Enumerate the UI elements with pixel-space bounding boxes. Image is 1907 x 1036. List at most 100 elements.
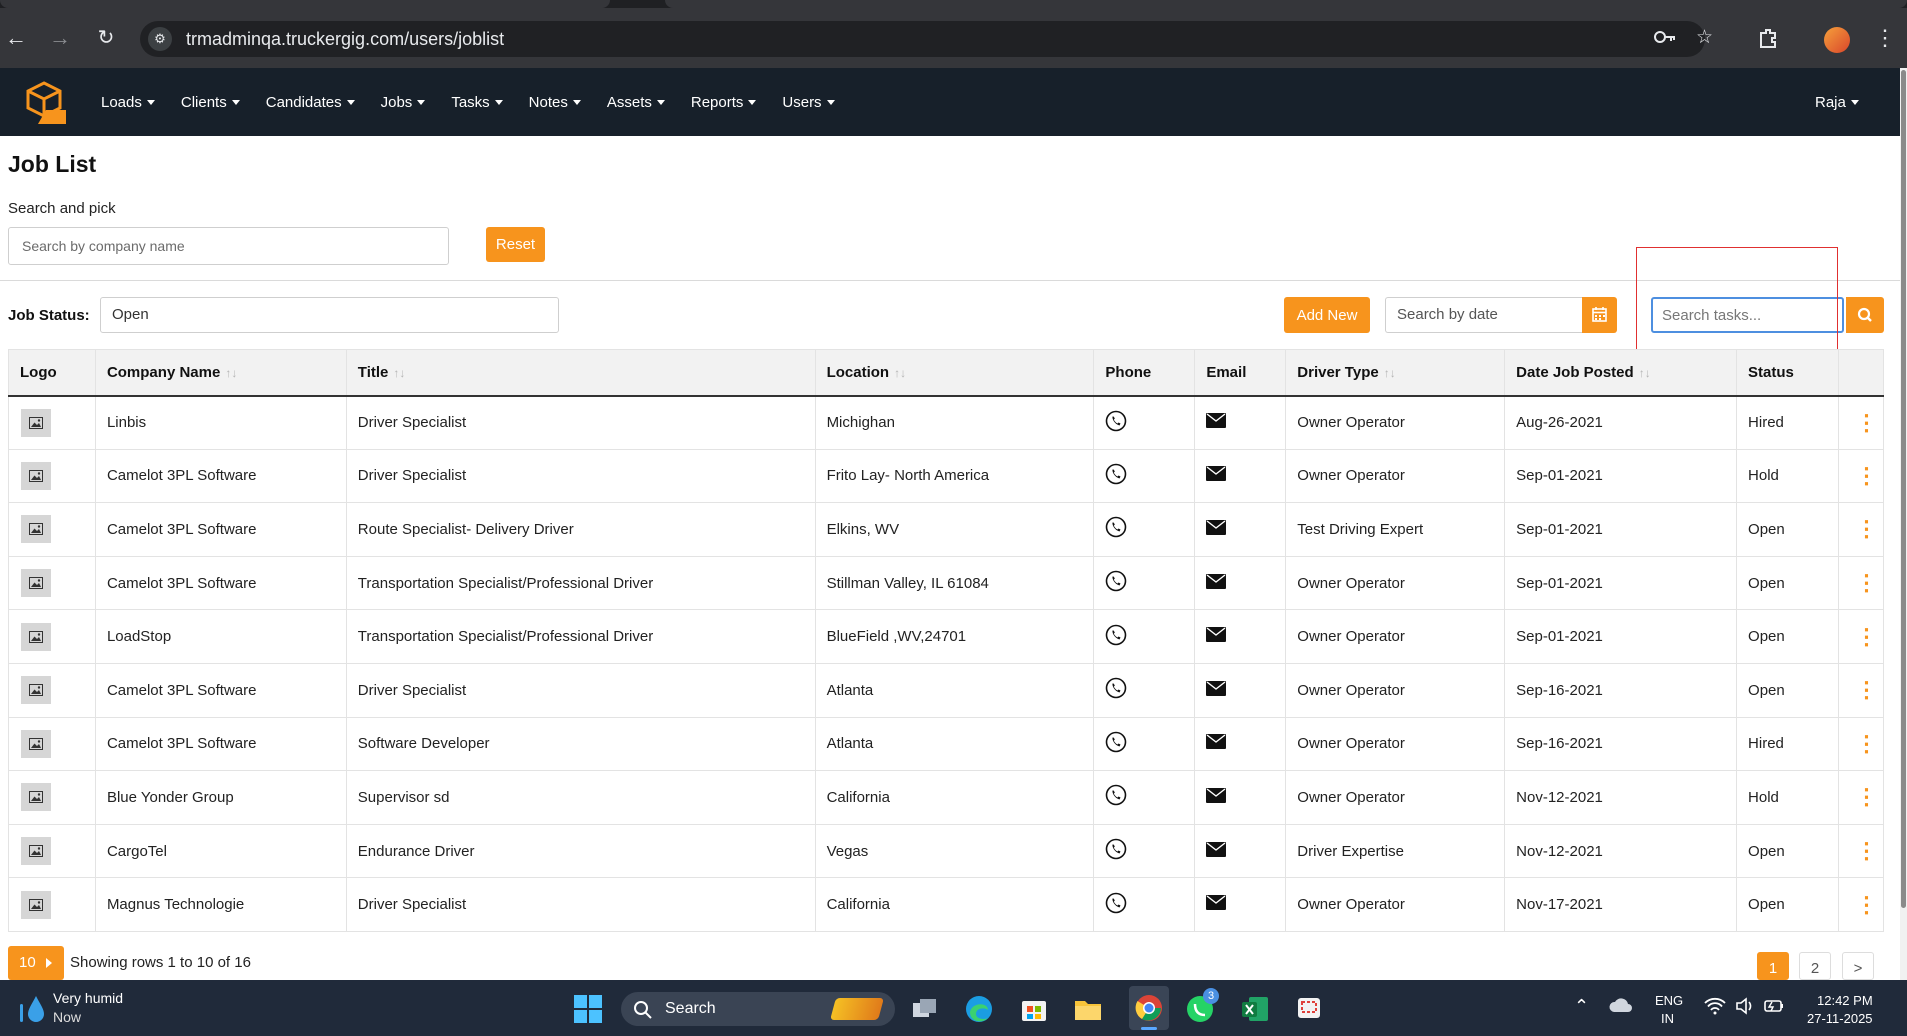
- sort-icon[interactable]: ↑↓: [894, 366, 906, 380]
- menu-tasks[interactable]: Tasks: [451, 94, 503, 111]
- add-new-button[interactable]: Add New: [1284, 297, 1370, 333]
- menu-loads[interactable]: Loads: [101, 94, 155, 111]
- email-icon[interactable]: [1206, 734, 1227, 753]
- sort-icon[interactable]: ↑↓: [225, 366, 237, 380]
- row-actions-kebab-icon[interactable]: ⋮: [1837, 877, 1885, 932]
- phone-icon[interactable]: [1105, 677, 1127, 703]
- taskbar-search-text[interactable]: Search: [665, 1000, 716, 1018]
- row-actions-kebab-icon[interactable]: ⋮: [1837, 609, 1885, 664]
- onedrive-cloud-icon[interactable]: [1608, 996, 1638, 1026]
- weather-icon[interactable]: [18, 994, 46, 1029]
- task-view-icon[interactable]: [910, 994, 940, 1024]
- browser-tab-active[interactable]: [665, 0, 1907, 8]
- table-row[interactable]: Camelot 3PL Software Driver Specialist Atl…: [8, 662, 1885, 718]
- email-icon[interactable]: [1206, 680, 1227, 700]
- back-icon[interactable]: ←: [4, 26, 28, 50]
- email-icon[interactable]: [1206, 841, 1227, 861]
- header-title[interactable]: Title ↑↓: [345, 349, 816, 397]
- phone-icon[interactable]: [1105, 785, 1127, 810]
- file-explorer-icon[interactable]: [1073, 994, 1103, 1024]
- phone-icon[interactable]: [1105, 838, 1127, 864]
- edge-browser-icon[interactable]: [964, 994, 994, 1024]
- page-1-button[interactable]: 1: [1757, 952, 1789, 980]
- table-row[interactable]: Blue Yonder Group Supervisor sd California…: [8, 770, 1885, 825]
- email-icon[interactable]: [1206, 413, 1227, 432]
- page-2-button[interactable]: 2: [1799, 952, 1831, 980]
- row-actions-kebab-icon[interactable]: ⋮: [1837, 448, 1885, 504]
- page-size-select[interactable]: 10: [8, 946, 64, 980]
- row-actions-kebab-icon[interactable]: ⋮: [1837, 395, 1885, 450]
- password-key-icon[interactable]: [1653, 27, 1677, 53]
- site-info-icon[interactable]: ⚙: [148, 27, 172, 51]
- phone-icon[interactable]: [1105, 410, 1127, 436]
- taskbar-search[interactable]: Search: [621, 992, 895, 1026]
- menu-reports[interactable]: Reports: [691, 94, 757, 111]
- phone-icon[interactable]: [1105, 517, 1127, 542]
- bookmark-star-icon[interactable]: ☆: [1696, 27, 1713, 49]
- row-actions-kebab-icon[interactable]: ⋮: [1837, 770, 1885, 825]
- tray-chevron-up-icon[interactable]: ⌃: [1574, 996, 1589, 1017]
- email-icon[interactable]: [1206, 519, 1227, 539]
- menu-candidates[interactable]: Candidates: [266, 94, 355, 111]
- header-driver-type[interactable]: Driver Type ↑↓: [1285, 349, 1506, 397]
- volume-icon[interactable]: [1734, 996, 1764, 1026]
- next-page-button[interactable]: >: [1842, 952, 1874, 980]
- chrome-taskbar-icon[interactable]: [1129, 986, 1169, 1030]
- excel-icon[interactable]: [1240, 994, 1270, 1024]
- company-search-input[interactable]: [8, 227, 449, 265]
- menu-notes[interactable]: Notes: [529, 94, 581, 111]
- job-status-select[interactable]: Open: [100, 297, 559, 333]
- start-windows-icon[interactable]: [573, 994, 603, 1024]
- reset-button[interactable]: Reset: [486, 227, 545, 262]
- app-logo-icon[interactable]: [24, 80, 70, 126]
- row-actions-kebab-icon[interactable]: ⋮: [1837, 823, 1885, 879]
- email-icon[interactable]: [1206, 627, 1227, 646]
- profile-avatar[interactable]: [1824, 27, 1850, 53]
- table-row[interactable]: Linbis Driver Specialist Michighan Owner Op…: [8, 395, 1885, 450]
- scrollbar-thumb[interactable]: [1901, 70, 1906, 908]
- weather-title[interactable]: Very humid: [53, 990, 123, 1006]
- phone-icon[interactable]: [1105, 624, 1127, 650]
- phone-icon[interactable]: [1105, 570, 1127, 596]
- weather-subtitle[interactable]: Now: [53, 1009, 81, 1025]
- whatsapp-icon[interactable]: 3: [1185, 988, 1219, 1024]
- browser-tab[interactable]: [0, 0, 610, 8]
- battery-icon[interactable]: [1762, 996, 1792, 1026]
- header-location[interactable]: Location ↑↓: [814, 349, 1095, 397]
- phone-icon[interactable]: [1105, 463, 1127, 489]
- menu-jobs[interactable]: Jobs: [381, 94, 426, 111]
- row-actions-kebab-icon[interactable]: ⋮: [1837, 716, 1885, 772]
- wifi-icon[interactable]: [1704, 996, 1734, 1026]
- header-company-name[interactable]: Company Name ↑↓: [94, 349, 347, 397]
- email-icon[interactable]: [1206, 787, 1227, 807]
- row-actions-kebab-icon[interactable]: ⋮: [1837, 555, 1885, 611]
- table-row[interactable]: Camelot 3PL Software Software Developer At…: [8, 716, 1885, 772]
- header-date-job-posted[interactable]: Date Job Posted ↑↓: [1504, 349, 1738, 397]
- task-search-button[interactable]: [1846, 297, 1884, 333]
- menu-users[interactable]: Users: [782, 94, 835, 111]
- address-bar[interactable]: ⚙ trmadminqa.truckergig.com/users/joblis…: [140, 21, 1705, 57]
- email-icon[interactable]: [1206, 895, 1227, 914]
- clock-date[interactable]: 27-11-2025: [1807, 1011, 1873, 1026]
- calendar-button[interactable]: [1582, 297, 1617, 333]
- table-row[interactable]: CargoTel Endurance Driver Vegas Driver Expe…: [8, 823, 1885, 879]
- table-row[interactable]: Camelot 3PL Software Route Specialist- De…: [8, 502, 1885, 557]
- table-row[interactable]: LoadStop Transportation Specialist/Profes…: [8, 609, 1885, 664]
- table-row[interactable]: Magnus Technologie Driver Specialist Calif…: [8, 877, 1885, 932]
- row-actions-kebab-icon[interactable]: ⋮: [1837, 662, 1885, 718]
- email-icon[interactable]: [1206, 573, 1227, 593]
- snipping-tool-icon[interactable]: [1294, 994, 1324, 1024]
- sort-icon[interactable]: ↑↓: [393, 366, 405, 380]
- table-row[interactable]: Camelot 3PL Software Driver Specialist Fri…: [8, 448, 1885, 504]
- menu-assets[interactable]: Assets: [607, 94, 665, 111]
- phone-icon[interactable]: [1105, 731, 1127, 757]
- reload-icon[interactable]: ↻: [94, 26, 118, 50]
- chrome-menu-icon[interactable]: ⋮: [1874, 27, 1896, 49]
- date-search-input[interactable]: Search by date: [1385, 297, 1582, 333]
- menu-clients[interactable]: Clients: [181, 94, 240, 111]
- sort-icon[interactable]: ↑↓: [1384, 366, 1396, 380]
- row-actions-kebab-icon[interactable]: ⋮: [1837, 502, 1885, 557]
- phone-icon[interactable]: [1105, 892, 1127, 918]
- sort-icon[interactable]: ↑↓: [1639, 366, 1651, 380]
- user-menu[interactable]: Raja: [1815, 94, 1859, 111]
